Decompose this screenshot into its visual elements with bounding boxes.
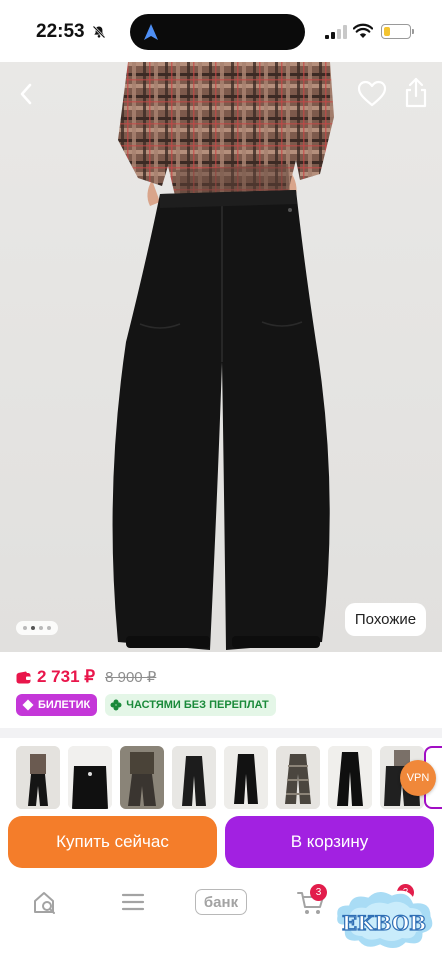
- page-dot: [39, 626, 43, 630]
- variant-thumbnails: [16, 746, 424, 809]
- battery-tip: [412, 29, 414, 34]
- variant-thumbnail[interactable]: [16, 746, 60, 809]
- variant-thumbnail[interactable]: [172, 746, 216, 809]
- status-bar: 22:53: [0, 0, 442, 62]
- promo-badges: БИЛЕТИК ЧАСТЯМИ БЕЗ ПЕРЕПЛАТ: [16, 694, 276, 716]
- ticket-badge-label: БИЛЕТИК: [38, 699, 91, 711]
- old-price: 8 900 ₽: [105, 669, 157, 686]
- bank-button[interactable]: банк: [195, 889, 247, 915]
- bell-muted-icon: [92, 25, 106, 39]
- home-search-icon[interactable]: [32, 890, 58, 916]
- navigation-arrow-icon: [144, 24, 158, 40]
- battery-icon: [381, 24, 411, 39]
- clover-icon: [110, 699, 122, 711]
- gallery-page-indicator: [16, 621, 58, 635]
- vpn-badge[interactable]: VPN: [400, 760, 436, 796]
- variant-thumbnail[interactable]: [120, 746, 164, 809]
- signal-icon: [325, 25, 347, 39]
- ticket-icon: [22, 699, 34, 711]
- installments-badge[interactable]: ЧАСТЯМИ БЕЗ ПЕРЕПЛАТ: [105, 694, 276, 716]
- page-dot: [47, 626, 51, 630]
- product-photo-art: [0, 62, 442, 652]
- variant-thumbnail[interactable]: [68, 746, 112, 809]
- buy-now-button[interactable]: Купить сейчас: [8, 816, 217, 868]
- variant-thumbnail[interactable]: [328, 746, 372, 809]
- watermark-logo: EKBOB: [334, 889, 436, 951]
- watermark-text: EKBOB: [342, 911, 426, 935]
- similar-button[interactable]: Похожие: [345, 603, 426, 636]
- catalog-icon[interactable]: [121, 892, 145, 912]
- add-to-cart-button[interactable]: В корзину: [225, 816, 434, 868]
- product-image[interactable]: Похожие: [0, 62, 442, 652]
- dynamic-island: [130, 14, 305, 50]
- variant-thumbnail[interactable]: [276, 746, 320, 809]
- installments-badge-label: ЧАСТЯМИ БЕЗ ПЕРЕПЛАТ: [126, 699, 269, 711]
- cart-count-badge: 3: [310, 884, 327, 901]
- section-divider: [0, 728, 442, 738]
- current-price: 2 731 ₽: [37, 667, 96, 686]
- wallet-icon: [16, 671, 31, 683]
- back-button[interactable]: [12, 80, 40, 108]
- wifi-icon: [353, 23, 373, 38]
- status-time: 22:53: [36, 21, 85, 42]
- heart-icon[interactable]: [357, 79, 387, 109]
- price-row: 2 731 ₽ 8 900 ₽: [16, 664, 156, 690]
- back-chevron-icon: [20, 83, 32, 105]
- page-dot-active: [31, 626, 35, 630]
- battery-level: [383, 26, 390, 36]
- share-icon[interactable]: [403, 77, 429, 109]
- ticket-badge[interactable]: БИЛЕТИК: [16, 694, 98, 716]
- variant-thumbnail[interactable]: [224, 746, 268, 809]
- page-dot: [23, 626, 27, 630]
